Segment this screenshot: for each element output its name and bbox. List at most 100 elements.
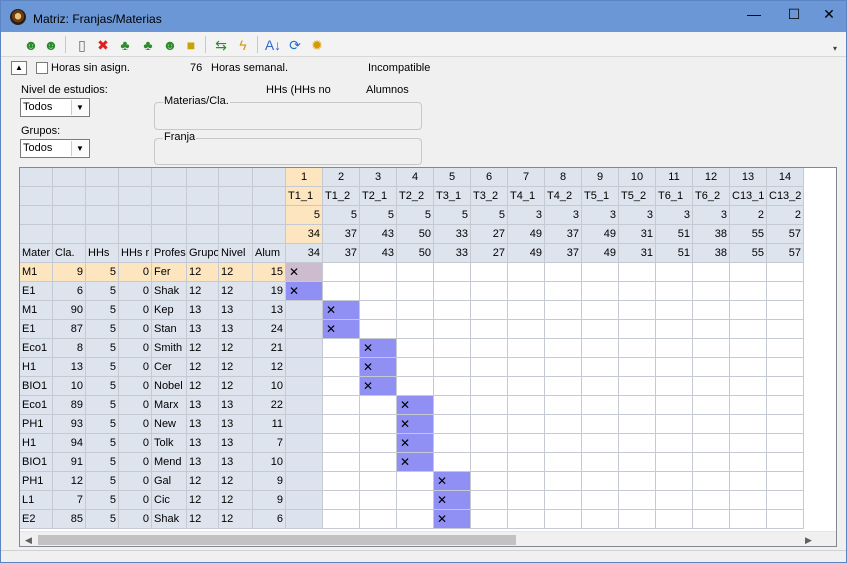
matrix-cell[interactable]: [471, 320, 508, 339]
matrix-cell[interactable]: [471, 377, 508, 396]
row-header-cell[interactable]: 7: [253, 434, 286, 453]
row-header-cell[interactable]: Marx: [152, 396, 187, 415]
matrix-cell[interactable]: [323, 415, 360, 434]
matrix-cell[interactable]: [730, 282, 767, 301]
column-number[interactable]: 2: [323, 168, 360, 187]
matrix-cell[interactable]: [582, 453, 619, 472]
column-number[interactable]: 12: [693, 168, 730, 187]
tree-split-icon[interactable]: ♣: [138, 35, 158, 55]
assignment-mark[interactable]: ✕: [434, 491, 471, 510]
settings-gear-icon[interactable]: ✹: [307, 35, 327, 55]
matrix-cell[interactable]: [397, 320, 434, 339]
maximize-button[interactable]: ☐: [777, 1, 811, 29]
matrix-cell[interactable]: [582, 263, 619, 282]
scroll-left-icon[interactable]: ◀: [20, 532, 37, 546]
row-header-cell[interactable]: 0: [119, 320, 152, 339]
matrix-cell[interactable]: [545, 396, 582, 415]
matrix-cell[interactable]: [693, 282, 730, 301]
assignment-mark[interactable]: ✕: [397, 396, 434, 415]
row-header-cell[interactable]: 0: [119, 434, 152, 453]
matrix-cell[interactable]: [471, 301, 508, 320]
matrix-cell[interactable]: [767, 396, 804, 415]
row-header-cell[interactable]: 21: [253, 339, 286, 358]
matrix-cell[interactable]: [397, 263, 434, 282]
row-header-cell[interactable]: 87: [53, 320, 86, 339]
assignment-mark[interactable]: ✕: [434, 472, 471, 491]
matrix-cell[interactable]: [508, 396, 545, 415]
matrix-cell[interactable]: [767, 339, 804, 358]
matrix-cell[interactable]: [397, 358, 434, 377]
column-header[interactable]: HHs: [86, 244, 119, 263]
row-header-cell[interactable]: 24: [253, 320, 286, 339]
matrix-cell[interactable]: [693, 472, 730, 491]
matrix-cell[interactable]: [360, 301, 397, 320]
refresh-icon[interactable]: ⟳: [285, 35, 305, 55]
column-code[interactable]: T6_1: [656, 187, 693, 206]
matrix-cell[interactable]: [656, 453, 693, 472]
row-header-cell[interactable]: 0: [119, 358, 152, 377]
row-header-cell[interactable]: Smith: [152, 339, 187, 358]
matrix-cell[interactable]: [508, 339, 545, 358]
row-header-cell[interactable]: 10: [53, 377, 86, 396]
column-header[interactable]: HHs r: [119, 244, 152, 263]
matrix-cell[interactable]: [767, 491, 804, 510]
matrix-cell[interactable]: [582, 320, 619, 339]
row-header-cell[interactable]: 5: [86, 491, 119, 510]
column-code[interactable]: T1_1: [286, 187, 323, 206]
row-header-cell[interactable]: 12: [187, 491, 219, 510]
row-header-cell[interactable]: 12: [187, 377, 219, 396]
new-doc-icon[interactable]: ▯: [72, 35, 92, 55]
row-header-cell[interactable]: 13: [53, 358, 86, 377]
row-header-cell[interactable]: 12: [187, 358, 219, 377]
row-header-cell[interactable]: 13: [187, 301, 219, 320]
column-header[interactable]: Mater: [20, 244, 53, 263]
matrix-cell[interactable]: [619, 282, 656, 301]
column-code[interactable]: T2_2: [397, 187, 434, 206]
matrix-cell[interactable]: [286, 434, 323, 453]
matrix-cell[interactable]: [619, 491, 656, 510]
column-header[interactable]: Grupo: [187, 244, 219, 263]
matrix-cell[interactable]: [286, 472, 323, 491]
matrix-cell[interactable]: [619, 415, 656, 434]
row-header-cell[interactable]: Shak: [152, 282, 187, 301]
people-arrow-icon[interactable]: ☻: [41, 35, 61, 55]
row-header-cell[interactable]: H1: [20, 358, 53, 377]
row-header-cell[interactable]: 6: [53, 282, 86, 301]
row-header-cell[interactable]: 11: [253, 415, 286, 434]
column-header[interactable]: Nivel: [219, 244, 253, 263]
matrix-cell[interactable]: [767, 301, 804, 320]
matrix-cell[interactable]: [508, 320, 545, 339]
row-header-cell[interactable]: 13: [219, 453, 253, 472]
matrix-cell[interactable]: [730, 491, 767, 510]
row-header-cell[interactable]: 0: [119, 510, 152, 529]
matrix-cell[interactable]: [693, 377, 730, 396]
minimize-button[interactable]: —: [737, 1, 771, 29]
row-header-cell[interactable]: 9: [253, 491, 286, 510]
matrix-cell[interactable]: [323, 339, 360, 358]
matrix-cell[interactable]: [508, 358, 545, 377]
matrix-cell[interactable]: [286, 320, 323, 339]
row-header-cell[interactable]: Fer: [152, 263, 187, 282]
matrix-cell[interactable]: [397, 377, 434, 396]
row-header-cell[interactable]: BIO1: [20, 453, 53, 472]
matrix-cell[interactable]: [582, 472, 619, 491]
column-header[interactable]: Cla.: [53, 244, 86, 263]
row-header-cell[interactable]: L1: [20, 491, 53, 510]
row-header-cell[interactable]: 85: [53, 510, 86, 529]
row-header-cell[interactable]: 5: [86, 377, 119, 396]
matrix-cell[interactable]: [545, 339, 582, 358]
matrix-cell[interactable]: [397, 339, 434, 358]
matrix-cell[interactable]: [323, 510, 360, 529]
people-list-icon[interactable]: ☻: [160, 35, 180, 55]
column-code[interactable]: T4_2: [545, 187, 582, 206]
matrix-cell[interactable]: [286, 339, 323, 358]
matrix-cell[interactable]: [582, 396, 619, 415]
row-header-cell[interactable]: M1: [20, 263, 53, 282]
matrix-cell[interactable]: [434, 358, 471, 377]
matrix-cell[interactable]: [471, 358, 508, 377]
matrix-cell[interactable]: [286, 491, 323, 510]
matrix-cell[interactable]: [619, 358, 656, 377]
matrix-cell[interactable]: [619, 301, 656, 320]
column-code[interactable]: C13_2: [767, 187, 804, 206]
nivel-select[interactable]: Todos ▼: [20, 98, 90, 117]
